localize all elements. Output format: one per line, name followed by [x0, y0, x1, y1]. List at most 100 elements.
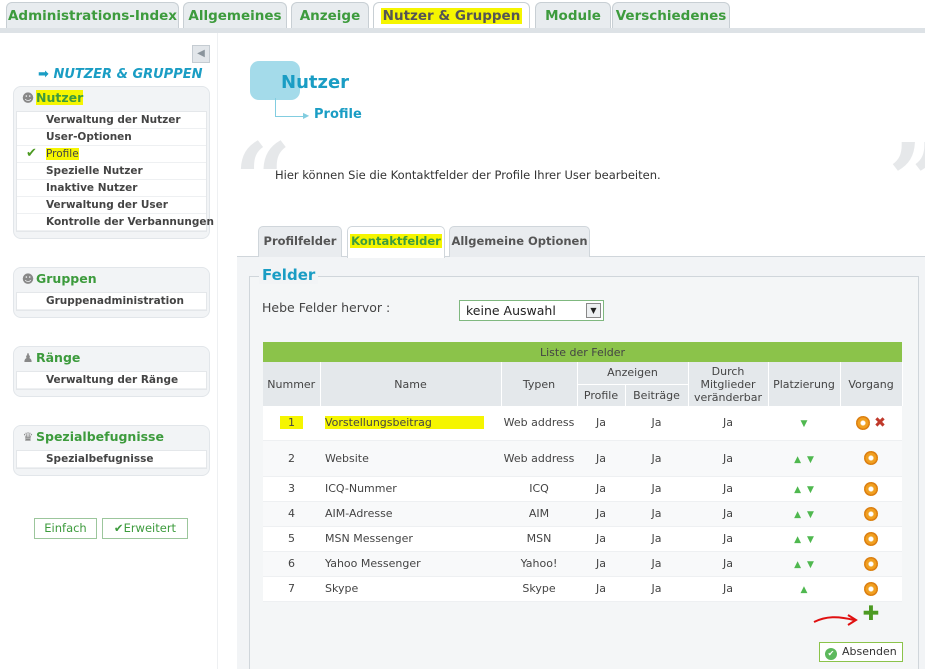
sidebar-item-user-optionen[interactable]: User-Optionen: [17, 129, 206, 146]
sidebar-item-kontrolle-der-verbannungen[interactable]: Kontrolle der Verbannungen: [17, 214, 214, 231]
cell-num: 7: [263, 576, 320, 602]
highlight-fields-label: Hebe Felder hervor :: [262, 300, 391, 315]
sidebar-item-profile[interactable]: ✔ Profile: [17, 146, 206, 163]
submit-button[interactable]: ✔ Absenden: [819, 642, 903, 662]
cell-num: 3: [263, 476, 320, 502]
cell-name: ICQ-Nummer: [320, 476, 501, 502]
cell-num: 2: [263, 440, 320, 477]
tab-module[interactable]: Module: [535, 2, 611, 29]
sidebar-item-verwaltung-der-nutzer[interactable]: Verwaltung der Nutzer: [17, 112, 206, 129]
sidebar-item-label: User-Optionen: [46, 131, 132, 143]
gear-icon[interactable]: [864, 481, 879, 496]
column-header-name: Name: [320, 362, 502, 406]
arrow-right-icon: ▶: [303, 111, 310, 120]
tab-verschiedenes[interactable]: Verschiedenes: [612, 2, 730, 29]
sidebar-item-label: Inaktive Nutzer: [46, 182, 138, 194]
gear-icon[interactable]: [864, 581, 879, 596]
cell-type: MSN: [501, 526, 577, 552]
tab-profilfelder[interactable]: Profilfelder: [258, 226, 342, 257]
fields-table: Liste der Felder Nummer Name Typen Anzei…: [263, 342, 903, 602]
cell-type: Yahoo!: [501, 551, 577, 577]
gear-icon[interactable]: [856, 415, 871, 430]
tab-anzeige[interactable]: Anzeige: [291, 2, 369, 29]
menu-group-title: ♛ Spezialbefugnisse: [14, 426, 209, 450]
cell-actions: ✖: [840, 406, 903, 441]
cell-profile: Ja: [577, 576, 625, 602]
fieldset-legend: Felder: [259, 266, 319, 284]
move-down-icon[interactable]: ▼: [807, 560, 814, 570]
delete-icon[interactable]: ✖: [874, 415, 886, 431]
sidebar-item-verwaltung-der-user[interactable]: Verwaltung der User: [17, 197, 206, 214]
move-up-icon[interactable]: ▲: [794, 535, 801, 545]
arrow-right-icon: ➡: [38, 67, 49, 82]
move-down-icon[interactable]: ▼: [807, 535, 814, 545]
sidebar-heading-label: NUTZER & GRUPPEN: [53, 67, 203, 82]
collapse-sidebar-button[interactable]: ◀: [192, 45, 210, 63]
table-caption-row: Liste der Felder: [263, 342, 903, 362]
add-field-icon[interactable]: ✚: [862, 603, 880, 623]
sidebar-item-spezialbefugnisse[interactable]: Spezialbefugnisse: [17, 451, 206, 468]
sidebar-item-verwaltung-der-raenge[interactable]: Verwaltung der Ränge: [17, 372, 206, 389]
tab-label: Allgemeines: [188, 8, 282, 24]
menu-group-title: ☻ Gruppen: [14, 268, 209, 292]
rank-icon: ♟: [22, 351, 34, 365]
move-down-icon[interactable]: ▼: [807, 485, 814, 495]
cell-editable: Ja: [688, 576, 768, 602]
cell-posts: Ja: [625, 406, 688, 441]
cell-placement: ▲ ▼: [768, 501, 840, 527]
move-up-icon[interactable]: ▲: [801, 585, 808, 595]
gear-icon[interactable]: [864, 506, 879, 521]
cell-posts: Ja: [625, 551, 688, 577]
sidebar-item-gruppenadministration[interactable]: Gruppenadministration: [17, 293, 206, 310]
cell-posts: Ja: [625, 476, 688, 502]
cell-type: Web address: [501, 406, 577, 441]
column-header-beitraege: Beiträge: [625, 383, 689, 406]
highlight-fields-select[interactable]: keine Auswahl ▼: [459, 300, 604, 321]
cell-posts: Ja: [625, 501, 688, 527]
menu-list: Verwaltung der Nutzer User-Optionen ✔ Pro…: [16, 111, 214, 232]
table-row: 6 Yahoo Messenger Yahoo! Ja Ja Ja ▲ ▼: [263, 551, 903, 577]
cell-placement: ▲ ▼: [768, 476, 840, 502]
menu-group-nutzer: ☻ Nutzer Verwaltung der Nutzer User-Optio…: [13, 86, 214, 239]
gear-icon[interactable]: [864, 531, 879, 546]
tab-kontaktfelder[interactable]: Kontaktfelder: [347, 226, 445, 258]
tab-allgemeine-optionen[interactable]: Allgemeine Optionen: [449, 226, 590, 257]
mode-simple-button[interactable]: Einfach: [34, 518, 97, 539]
cell-profile: Ja: [577, 551, 625, 577]
cell-profile: Ja: [577, 501, 625, 527]
cell-placement: ▲ ▼: [768, 526, 840, 552]
sidebar-item-inaktive-nutzer[interactable]: Inaktive Nutzer: [17, 180, 206, 197]
tab-administrations-index[interactable]: Administrations-Index: [6, 2, 179, 29]
cell-name: Website: [320, 440, 501, 477]
users-icon: ☻: [21, 272, 35, 286]
tab-allgemeines[interactable]: Allgemeines: [183, 2, 287, 29]
move-down-icon[interactable]: ▼: [807, 510, 814, 520]
menu-group-title-label: Gruppen: [36, 271, 97, 286]
select-value: keine Auswahl: [466, 303, 556, 318]
cell-actions: [840, 440, 903, 477]
menu-group-title-label: Spezialbefugnisse: [36, 429, 164, 444]
sidebar-item-label: Verwaltung der Nutzer: [46, 114, 181, 126]
tab-label: Kontaktfelder: [350, 234, 442, 248]
move-up-icon[interactable]: ▲: [794, 510, 801, 520]
move-up-icon[interactable]: ▲: [794, 455, 801, 465]
cell-posts: Ja: [625, 526, 688, 552]
gear-icon[interactable]: [864, 556, 879, 571]
mode-advanced-button[interactable]: ✔Erweitert: [102, 518, 188, 539]
cell-editable: Ja: [688, 501, 768, 527]
move-down-icon[interactable]: ▼: [807, 455, 814, 465]
cell-actions: [840, 501, 903, 527]
gear-icon[interactable]: [864, 451, 879, 465]
cell-actions: [840, 576, 903, 602]
move-up-icon[interactable]: ▲: [794, 485, 801, 495]
cell-editable: Ja: [688, 406, 768, 441]
cell-type: AIM: [501, 501, 577, 527]
move-down-icon[interactable]: ▼: [801, 419, 808, 429]
sidebar-item-label: Profile: [46, 148, 79, 160]
table-header-row: Nummer Name Typen Anzeigen Durch Mitglie…: [263, 362, 903, 406]
sidebar-item-spezielle-nutzer[interactable]: Spezielle Nutzer: [17, 163, 206, 180]
chevron-down-icon[interactable]: ▼: [586, 303, 601, 318]
cell-actions: [840, 551, 903, 577]
column-header-vorgang: Vorgang: [840, 362, 903, 406]
move-up-icon[interactable]: ▲: [794, 560, 801, 570]
